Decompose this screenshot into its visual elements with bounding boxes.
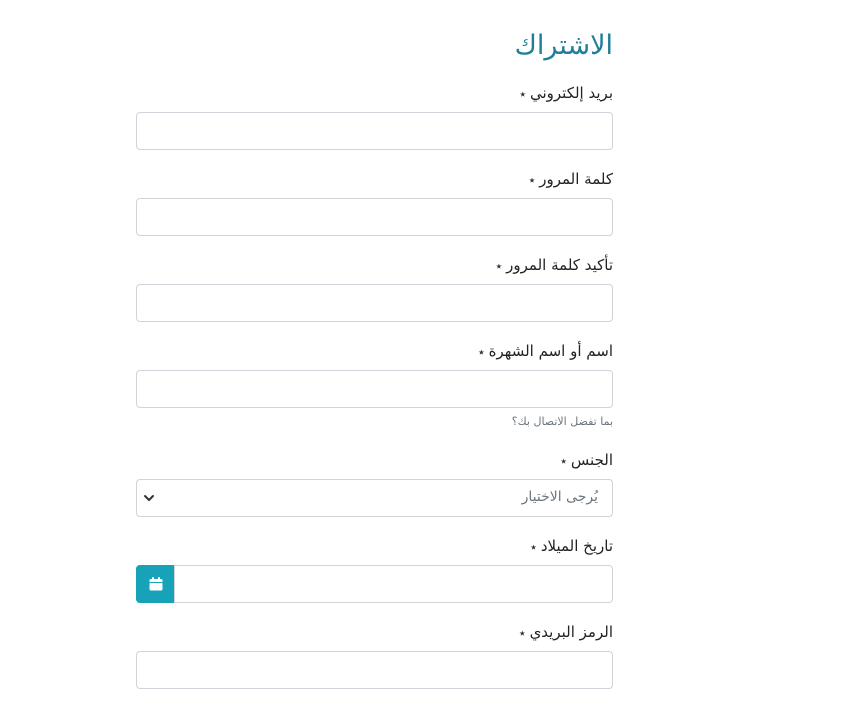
chevron-down-icon [144, 495, 154, 501]
required-marker: ٭ [478, 345, 485, 359]
email-field[interactable] [136, 112, 613, 150]
gender-select[interactable]: يُرجى الاختيار [136, 479, 613, 517]
calendar-button[interactable] [136, 565, 175, 603]
display-name-help: بما تفضل الاتصال بك؟ [511, 415, 613, 428]
page-title: الاشتراك [514, 30, 613, 61]
display-name-field[interactable] [136, 370, 613, 408]
display-name-label: اسم أو اسم الشهرة٭ [478, 341, 613, 362]
required-marker: ٭ [560, 454, 567, 468]
confirm-password-label-text: تأكيد كلمة المرور [506, 256, 613, 274]
birthdate-label-text: تاريخ الميلاد [540, 537, 613, 555]
password-field[interactable] [136, 198, 613, 236]
confirm-password-field[interactable] [136, 284, 613, 322]
required-marker: ٭ [519, 626, 526, 640]
confirm-password-label: تأكيد كلمة المرور٭ [496, 255, 613, 276]
postal-code-label: الرمز البريدي٭ [519, 622, 613, 643]
required-marker: ٭ [519, 87, 526, 101]
gender-label: الجنس٭ [560, 450, 613, 471]
gender-label-text: الجنس [570, 451, 613, 469]
birthdate-group [136, 565, 613, 603]
email-label-text: بريد إلكتروني [529, 84, 613, 102]
birthdate-label: تاريخ الميلاد٭ [530, 536, 613, 557]
birthdate-field[interactable] [174, 565, 613, 603]
required-marker: ٭ [530, 540, 537, 554]
email-label: بريد إلكتروني٭ [519, 83, 613, 104]
postal-code-field[interactable] [136, 651, 613, 689]
display-name-label-text: اسم أو اسم الشهرة [488, 342, 613, 360]
gender-select-value: يُرجى الاختيار [521, 489, 598, 505]
password-label: كلمة المرور٭ [529, 169, 613, 190]
postal-code-label-text: الرمز البريدي [529, 623, 613, 641]
password-label-text: كلمة المرور [539, 170, 613, 188]
required-marker: ٭ [528, 173, 536, 187]
required-marker: ٭ [495, 259, 503, 273]
calendar-icon [149, 577, 162, 591]
